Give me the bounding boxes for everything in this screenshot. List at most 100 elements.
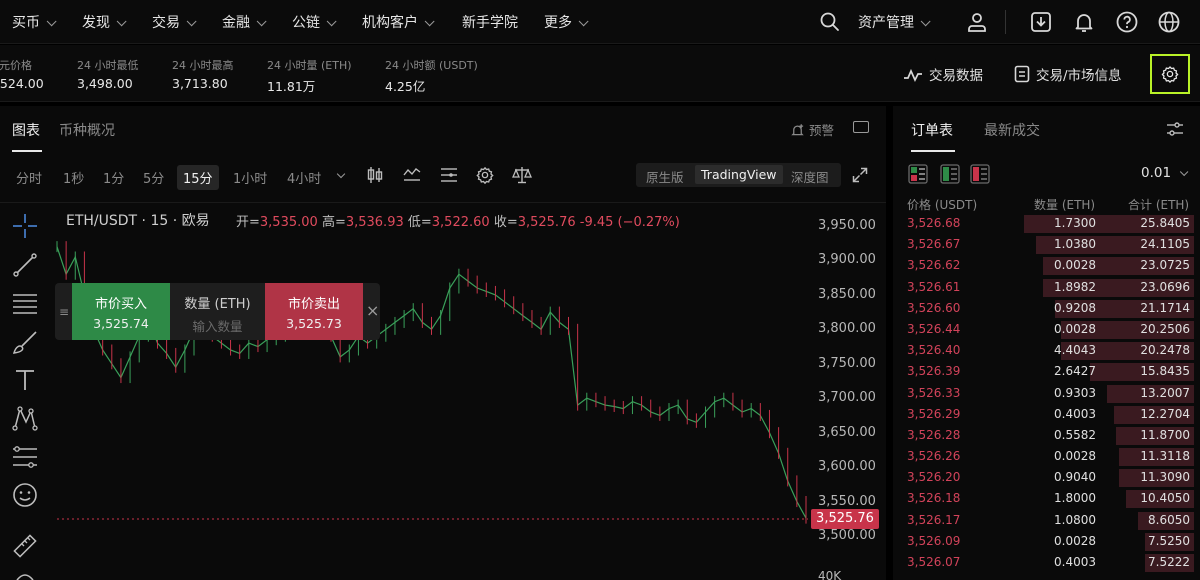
ask-row[interactable]: 3,526.18 1.8000 10.4050 bbox=[893, 488, 1200, 509]
ask-qty: 0.9040 bbox=[1054, 470, 1096, 485]
ask-qty: 0.0028 bbox=[1054, 321, 1096, 336]
ask-row[interactable]: 3,526.61 1.8982 23.0696 bbox=[893, 277, 1200, 298]
drag-handle-icon[interactable]: ≡ bbox=[59, 305, 69, 319]
ask-qty: 0.4003 bbox=[1054, 406, 1096, 421]
chart-symbol-title: ETH/USDT · 15 · 欧易 bbox=[66, 213, 210, 229]
ask-row[interactable]: 3,526.26 0.0028 11.3118 bbox=[893, 446, 1200, 467]
price-tick-label: 3,850.00 bbox=[818, 286, 876, 302]
ask-total: 23.0696 bbox=[1140, 279, 1190, 294]
ask-total: 20.2506 bbox=[1140, 321, 1190, 336]
ruler-icon[interactable] bbox=[11, 532, 39, 560]
pattern-icon[interactable] bbox=[11, 404, 39, 432]
col-header-price: 价格 (USDT) bbox=[907, 198, 978, 212]
magnet-icon[interactable] bbox=[11, 570, 39, 580]
ohlc-change-value: -9.45 (−0.27%) bbox=[579, 215, 680, 230]
book-bids-icon[interactable] bbox=[940, 164, 960, 184]
tab-recent-trades[interactable]: 最新成交 bbox=[984, 120, 1040, 140]
price-tick-label: 3,800.00 bbox=[818, 321, 876, 337]
ask-total: 20.2478 bbox=[1140, 343, 1190, 358]
document-icon bbox=[1014, 65, 1030, 83]
ohlc-close-label: 收= bbox=[493, 215, 518, 230]
ask-price: 3,526.26 bbox=[907, 449, 961, 464]
ask-row[interactable]: 3,526.44 0.0028 20.2506 bbox=[893, 319, 1200, 340]
trend-line-icon[interactable] bbox=[11, 251, 39, 279]
quick-trade-widget: ≡ 市价买入 3,525.74 数量 (ETH) 输入数量 市价卖出 3,525… bbox=[55, 283, 380, 340]
ask-row[interactable]: 3,526.39 2.6427 15.8435 bbox=[893, 361, 1200, 382]
price-tick-label: 3,750.00 bbox=[818, 355, 876, 371]
chevron-down-icon bbox=[920, 16, 931, 27]
book-asks-icon[interactable] bbox=[970, 164, 990, 184]
bell-icon[interactable] bbox=[1072, 10, 1096, 34]
col-header-total: 合计 (ETH) bbox=[1128, 198, 1190, 212]
market-sell-label: 市价卖出 bbox=[287, 297, 340, 312]
price-tick-label: 3,900.00 bbox=[818, 252, 876, 268]
ask-total: 23.0725 bbox=[1140, 258, 1190, 273]
quantity-input[interactable]: 数量 (ETH) 输入数量 bbox=[170, 283, 265, 340]
globe-icon[interactable] bbox=[1157, 10, 1181, 34]
sliders-icon[interactable] bbox=[1166, 120, 1184, 138]
ask-row[interactable]: 3,526.67 1.0380 24.1105 bbox=[893, 234, 1200, 255]
ask-row[interactable]: 3,526.62 0.0028 23.0725 bbox=[893, 255, 1200, 276]
ask-qty: 1.7300 bbox=[1054, 216, 1096, 230]
activity-icon bbox=[904, 68, 922, 82]
ask-row[interactable]: 3,526.29 0.4003 12.2704 bbox=[893, 404, 1200, 425]
quantity-placeholder: 输入数量 bbox=[192, 319, 243, 334]
ask-row[interactable]: 3,526.17 1.0800 8.6050 bbox=[893, 510, 1200, 531]
ask-price: 3,526.62 bbox=[907, 258, 961, 273]
ask-total: 11.3090 bbox=[1140, 470, 1190, 485]
help-icon[interactable] bbox=[1115, 10, 1139, 34]
ohlc-close-value: 3,525.76 bbox=[517, 215, 576, 230]
ask-price: 3,526.33 bbox=[907, 385, 961, 400]
ask-price: 3,526.39 bbox=[907, 364, 961, 379]
market-info-link[interactable]: 交易/市场信息 bbox=[1014, 64, 1122, 84]
ask-qty: 4.4043 bbox=[1054, 343, 1096, 358]
brush-icon[interactable] bbox=[11, 328, 39, 356]
text-tool-icon[interactable] bbox=[11, 366, 39, 394]
ohlc-high-value: 3,536.93 bbox=[345, 215, 404, 230]
ask-qty: 0.9303 bbox=[1054, 385, 1096, 400]
ask-row[interactable]: 3,526.09 0.0028 7.5250 bbox=[893, 531, 1200, 552]
user-icon[interactable] bbox=[965, 10, 989, 34]
tab-orderbook[interactable]: 订单表 bbox=[911, 120, 953, 140]
ask-qty: 2.6427 bbox=[1054, 364, 1096, 379]
precision-select[interactable]: 0.01 bbox=[1141, 165, 1189, 181]
price-tick-label: 3,500.00 bbox=[818, 528, 876, 543]
horizontal-lines-icon[interactable] bbox=[11, 289, 39, 317]
market-sell-price: 3,525.73 bbox=[286, 316, 342, 331]
price-tick-label: 3,700.00 bbox=[818, 390, 876, 406]
ask-price: 3,526.67 bbox=[907, 237, 961, 252]
ask-qty: 0.4003 bbox=[1054, 555, 1096, 569]
ask-row[interactable]: 3,526.07 0.4003 7.5222 bbox=[893, 552, 1200, 573]
ask-price: 3,526.40 bbox=[907, 343, 961, 358]
trade-data-link[interactable]: 交易数据 bbox=[903, 64, 983, 84]
ask-row[interactable]: 3,526.40 4.4043 20.2478 bbox=[893, 340, 1200, 361]
orderbook-panel: 订单表 最新成交 0.01 价格 (USDT) 数量 (ETH) 合计 (ETH… bbox=[893, 106, 1200, 580]
emoji-icon[interactable] bbox=[11, 481, 39, 509]
settings-button[interactable] bbox=[1150, 54, 1190, 94]
market-buy-label: 市价买入 bbox=[94, 297, 147, 312]
ask-row[interactable]: 3,526.60 0.9208 21.1714 bbox=[893, 298, 1200, 319]
book-both-icon[interactable] bbox=[908, 164, 928, 184]
ask-price: 3,526.44 bbox=[907, 321, 961, 336]
ask-qty: 0.0028 bbox=[1054, 533, 1096, 548]
ask-row[interactable]: 3,526.68 1.7300 25.8405 bbox=[893, 213, 1200, 234]
col-header-qty: 数量 (ETH) bbox=[1034, 198, 1096, 212]
nav-divider bbox=[1005, 10, 1006, 34]
last-price-tag: 3,525.76 bbox=[811, 509, 879, 529]
crosshair-icon[interactable] bbox=[11, 212, 39, 240]
market-sell-button[interactable]: 市价卖出 3,525.73 bbox=[265, 283, 363, 340]
ask-total: 21.1714 bbox=[1140, 300, 1190, 315]
ask-total: 11.3118 bbox=[1140, 449, 1190, 464]
ohlc-open-label: 开= bbox=[236, 215, 260, 230]
market-buy-button[interactable]: 市价买入 3,525.74 bbox=[72, 283, 170, 340]
close-icon[interactable]: × bbox=[366, 301, 379, 320]
ask-row[interactable]: 3,526.20 0.9040 11.3090 bbox=[893, 467, 1200, 488]
ohlc-high-label: 高= bbox=[321, 215, 346, 230]
ask-total: 25.8405 bbox=[1140, 216, 1190, 230]
forecast-icon[interactable] bbox=[11, 443, 39, 471]
download-icon[interactable] bbox=[1029, 10, 1053, 34]
ask-row[interactable]: 3,526.28 0.5582 11.8700 bbox=[893, 425, 1200, 446]
ask-row[interactable]: 3,526.33 0.9303 13.2007 bbox=[893, 383, 1200, 404]
market-buy-price: 3,525.74 bbox=[93, 316, 149, 331]
ask-total: 13.2007 bbox=[1140, 385, 1190, 400]
